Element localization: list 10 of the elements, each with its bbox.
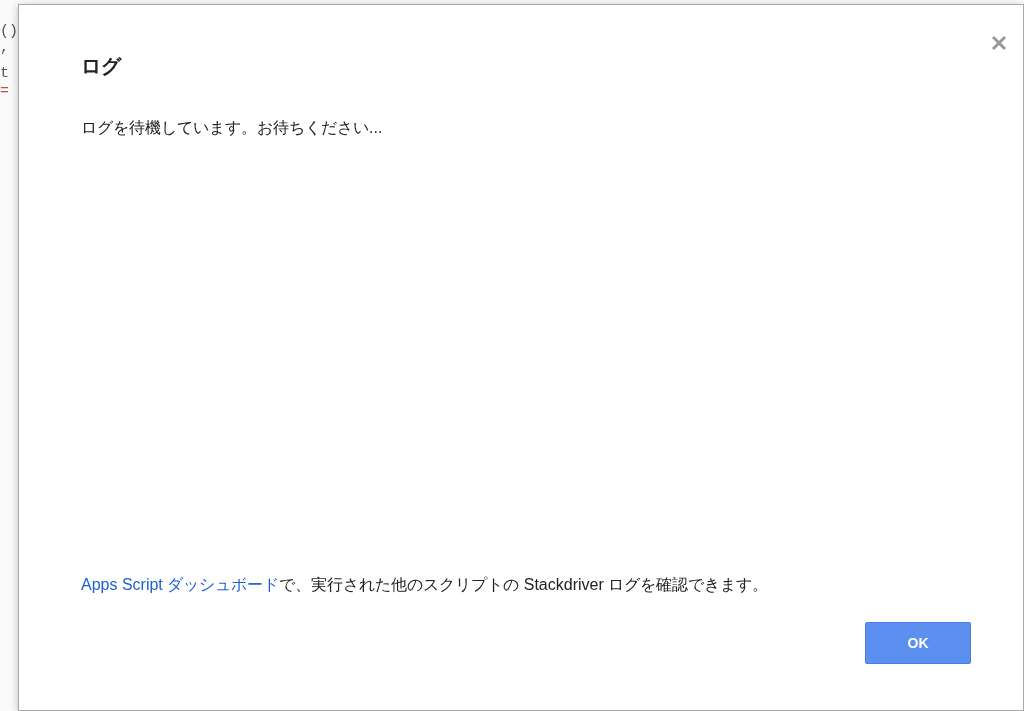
code-text: = bbox=[0, 84, 10, 100]
code-text: () bbox=[0, 24, 18, 40]
footer-note: Apps Script ダッシュボードで、実行された他のスクリプトの Stackdriver ログを確認できます。 bbox=[81, 575, 770, 595]
code-text: , bbox=[0, 40, 10, 56]
ok-button[interactable]: OK bbox=[865, 622, 971, 664]
close-icon[interactable] bbox=[991, 35, 1007, 51]
dashboard-link[interactable]: Apps Script ダッシュボード bbox=[81, 576, 280, 593]
waiting-message: ログを待機しています。お待ちください... bbox=[81, 118, 384, 138]
code-text: t bbox=[0, 66, 10, 82]
dialog-title: ログ bbox=[81, 54, 123, 79]
